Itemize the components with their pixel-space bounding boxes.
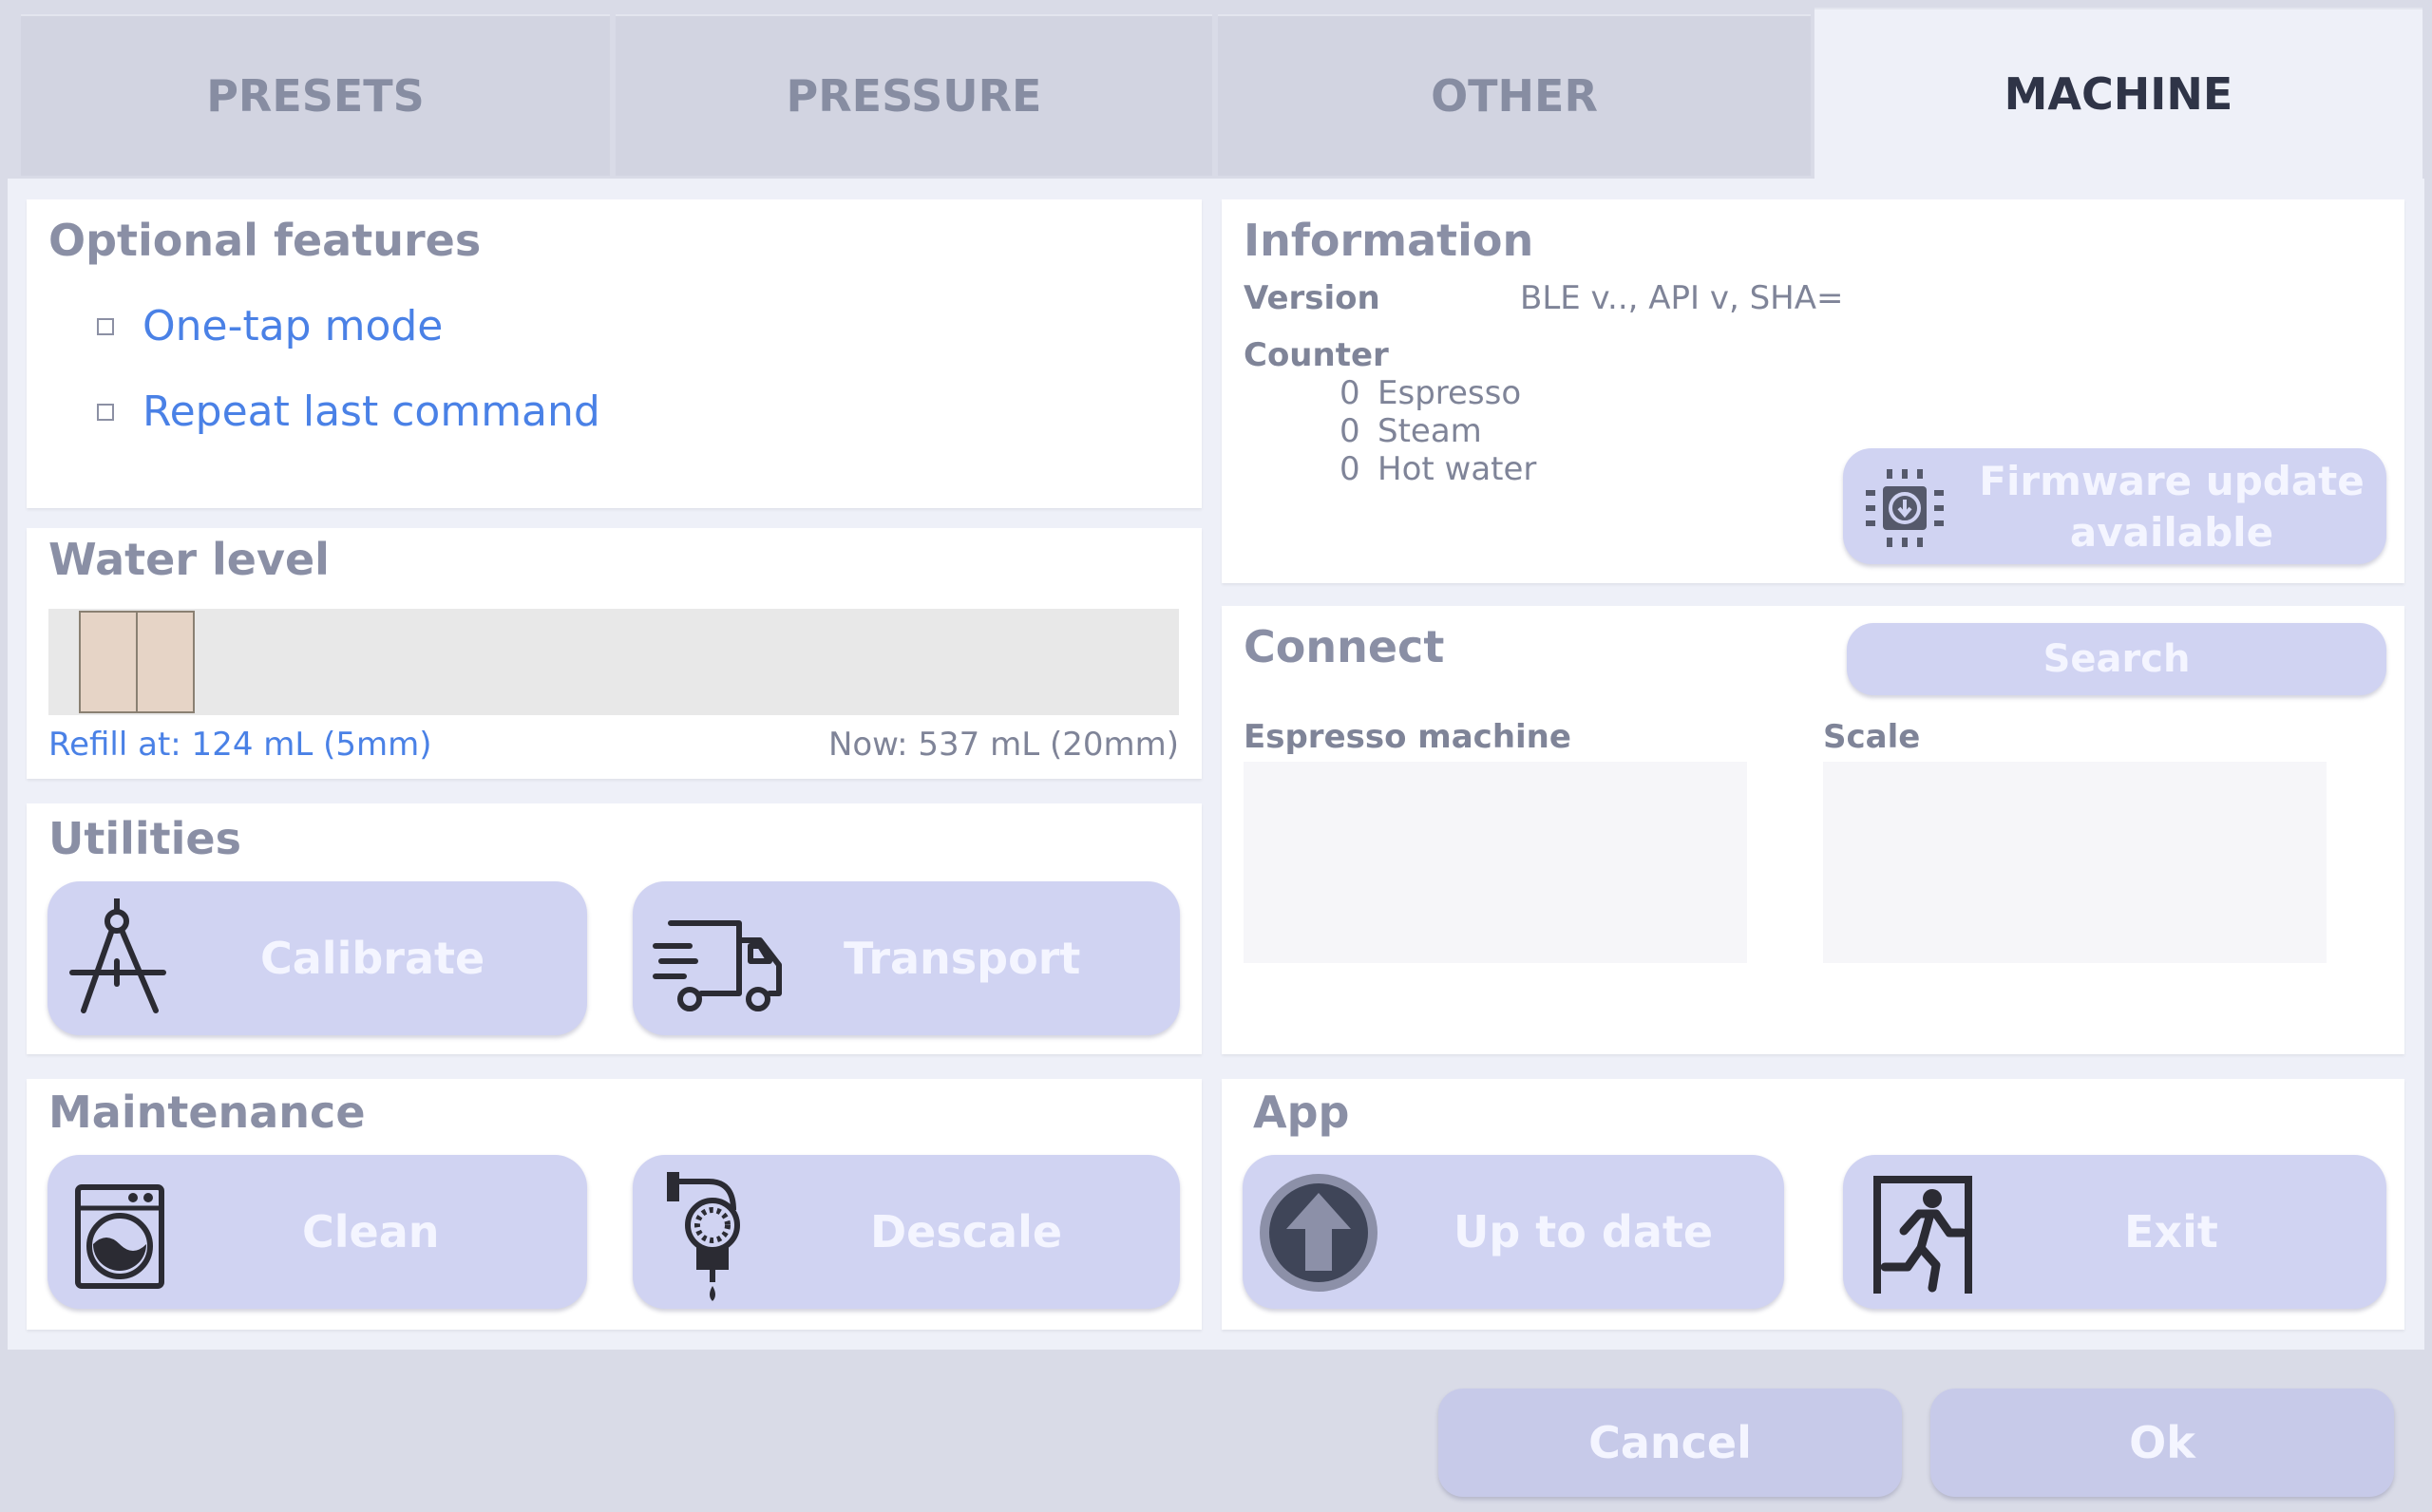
firmware-update-line2: available [2069,509,2274,556]
utilities-title: Utilities [48,813,241,864]
information-title: Information [1244,215,1534,266]
tab-presets[interactable]: PRESETS [21,14,610,176]
version-value: BLE v.., API v, SHA= [1520,279,1844,317]
scale-list[interactable] [1823,762,2327,963]
ok-button[interactable]: Ok [1930,1389,2394,1497]
transport-button[interactable]: Transport [633,881,1180,1035]
refill-level-text: Refill at: 124 mL (5mm) [48,726,432,764]
faucet-icon [667,1172,740,1301]
one-tap-mode-label[interactable]: One-tap mode [142,302,443,350]
one-tap-mode-option[interactable]: One-tap mode [97,302,443,350]
descale-label: Descale [870,1206,1063,1257]
exit-label: Exit [2124,1206,2218,1257]
tab-bar: PRESETS PRESSURE OTHER MACHINE [0,0,2432,179]
repeat-last-command-option[interactable]: Repeat last command [97,387,600,436]
app-update-label: Up to date [1454,1206,1714,1257]
chip-download-icon [1866,469,1944,547]
exit-button[interactable]: Exit [1843,1155,2386,1309]
compass-icon [69,898,166,1013]
counter-label: Counter [1244,336,1389,374]
cancel-button[interactable]: Cancel [1438,1389,1902,1497]
espresso-count-label: Espresso [1378,374,1522,412]
calibrate-label: Calibrate [260,933,485,984]
clean-label: Clean [302,1206,440,1257]
descale-button[interactable]: Descale [633,1155,1180,1309]
firmware-update-text: Firmware update available [1966,456,2377,558]
one-tap-mode-checkbox[interactable] [97,317,114,335]
espresso-count: 0 [1340,374,1360,412]
information-card: Information Version BLE v.., API v, SHA=… [1222,199,2404,583]
maintenance-card: Maintenance Clean Descale [27,1079,1202,1330]
version-label: Version [1244,279,1380,317]
upload-arrow-icon [1260,1174,1378,1292]
tab-other-label: OTHER [1431,70,1598,122]
exit-door-icon [1873,1176,1972,1294]
espresso-machine-list[interactable] [1244,762,1747,963]
steam-count: 0 [1340,412,1360,450]
firmware-update-line1: Firmware update [1979,458,2365,504]
hot-water-count: 0 [1340,450,1360,488]
water-level-card: Water level Refill at: 124 mL (5mm) Now:… [27,528,1202,779]
water-level-bar[interactable] [48,609,1179,715]
calibrate-button[interactable]: Calibrate [48,881,587,1035]
connect-card: Connect Search Espresso machine Scale [1222,606,2404,1054]
connect-title: Connect [1244,621,1445,672]
water-level-segment [79,611,138,713]
utilities-card: Utilities Calibrate Transport [27,803,1202,1054]
tab-machine[interactable]: MACHINE [1814,8,2422,179]
truck-icon [653,920,782,1011]
search-label: Search [2042,637,2191,681]
tab-pressure[interactable]: PRESSURE [616,14,1212,176]
tab-other[interactable]: OTHER [1218,14,1811,176]
optional-features-title: Optional features [48,215,482,266]
water-level-segment [136,611,195,713]
current-level-text: Now: 537 mL (20mm) [827,726,1179,764]
espresso-machine-label: Espresso machine [1244,718,1571,756]
steam-count-label: Steam [1378,412,1482,450]
optional-features-card: Optional features One-tap mode Repeat la… [27,199,1202,508]
ok-label: Ok [2129,1417,2195,1468]
search-button[interactable]: Search [1847,623,2386,695]
repeat-last-command-label[interactable]: Repeat last command [142,387,600,436]
app-card: App Up to date Exit [1222,1079,2404,1330]
app-update-button[interactable]: Up to date [1243,1155,1784,1309]
washing-machine-icon [75,1184,164,1289]
water-level-title: Water level [48,534,330,585]
maintenance-title: Maintenance [48,1087,366,1138]
scale-label: Scale [1823,718,1921,756]
tab-presets-label: PRESETS [206,70,425,122]
transport-label: Transport [844,933,1081,984]
cancel-label: Cancel [1588,1417,1752,1468]
tab-pressure-label: PRESSURE [786,70,1042,122]
hot-water-count-label: Hot water [1378,450,1537,488]
app-title: App [1253,1087,1350,1138]
repeat-last-command-checkbox[interactable] [97,403,114,421]
clean-button[interactable]: Clean [48,1155,587,1309]
tab-machine-label: MACHINE [2004,68,2233,120]
firmware-update-button[interactable]: Firmware update available [1843,448,2386,564]
